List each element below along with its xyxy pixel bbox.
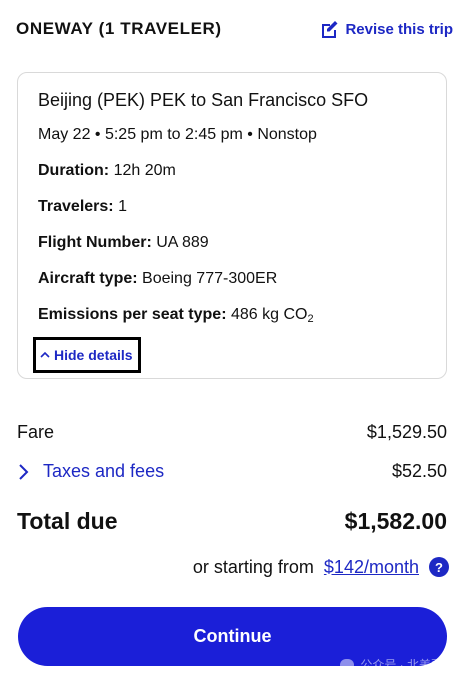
aircraft-value: Boeing 777-300ER — [142, 270, 278, 287]
revise-trip-link[interactable]: Revise this trip — [319, 19, 453, 39]
total-row: Total due $1,582.00 — [17, 508, 447, 535]
fare-value: $1,529.50 — [366, 422, 447, 442]
aircraft-label: Aircraft type: — [38, 270, 138, 287]
fare-row: Fare $1,529.50 — [17, 422, 447, 443]
flight-number-label: Flight Number: — [38, 234, 152, 251]
wechat-icon — [340, 658, 355, 671]
flight-number-value: UA 889 — [156, 234, 209, 251]
duration-value: 12h 20m — [113, 162, 176, 179]
total-label: Total due — [17, 508, 118, 534]
hide-details-button[interactable]: Hide details — [33, 337, 141, 373]
emissions-label: Emissions per seat type: — [38, 306, 227, 323]
route-title: Beijing (PEK) PEK to San Francisco SFO — [38, 90, 369, 110]
help-icon[interactable]: ? — [429, 557, 449, 577]
flight-number-row: Flight Number: UA 889 — [38, 233, 209, 253]
hide-details-label: Hide details — [54, 347, 133, 363]
starting-text: or starting from — [192, 556, 314, 577]
emissions-row: Emissions per seat type: 486 kg CO2 — [38, 305, 314, 325]
emissions-value: 486 kg CO — [230, 306, 308, 323]
trip-type-title: ONEWAY (1 TRAVELER) — [16, 19, 222, 38]
installment-row: or starting from $142/month ? — [193, 555, 449, 579]
taxes-label: Taxes and fees — [43, 461, 165, 481]
revise-trip-label: Revise this trip — [345, 20, 453, 38]
watermark-text: 公众号 · 北美票帝 — [360, 658, 455, 672]
chevron-up-icon — [40, 351, 50, 358]
duration-label: Duration: — [38, 162, 110, 179]
travelers-row: Travelers: 1 — [38, 197, 127, 217]
aircraft-row: Aircraft type: Boeing 777-300ER — [38, 269, 277, 289]
taxes-value: $52.50 — [391, 461, 447, 481]
fare-label: Fare — [17, 422, 55, 442]
duration-row: Duration: 12h 20m — [38, 161, 176, 181]
watermark: 公众号 · 北美票帝 — [340, 656, 455, 673]
schedule-text: May 22 • 5:25 pm to 2:45 pm • Nonstop — [38, 126, 317, 143]
monthly-price-link[interactable]: $142/month — [324, 557, 419, 578]
edit-icon — [322, 21, 338, 38]
flight-details-card: Beijing (PEK) PEK to San Francisco SFO M… — [17, 72, 447, 379]
taxes-toggle[interactable]: Taxes and fees — [17, 461, 164, 482]
taxes-row: Taxes and fees $52.50 — [17, 461, 447, 482]
total-value: $1,582.00 — [344, 508, 447, 534]
travelers-value: 1 — [118, 198, 127, 215]
chevron-right-icon — [19, 463, 29, 480]
trip-header: ONEWAY (1 TRAVELER) Revise this trip — [16, 16, 453, 42]
travelers-label: Travelers: — [38, 198, 114, 215]
emissions-subscript: 2 — [307, 313, 314, 325]
